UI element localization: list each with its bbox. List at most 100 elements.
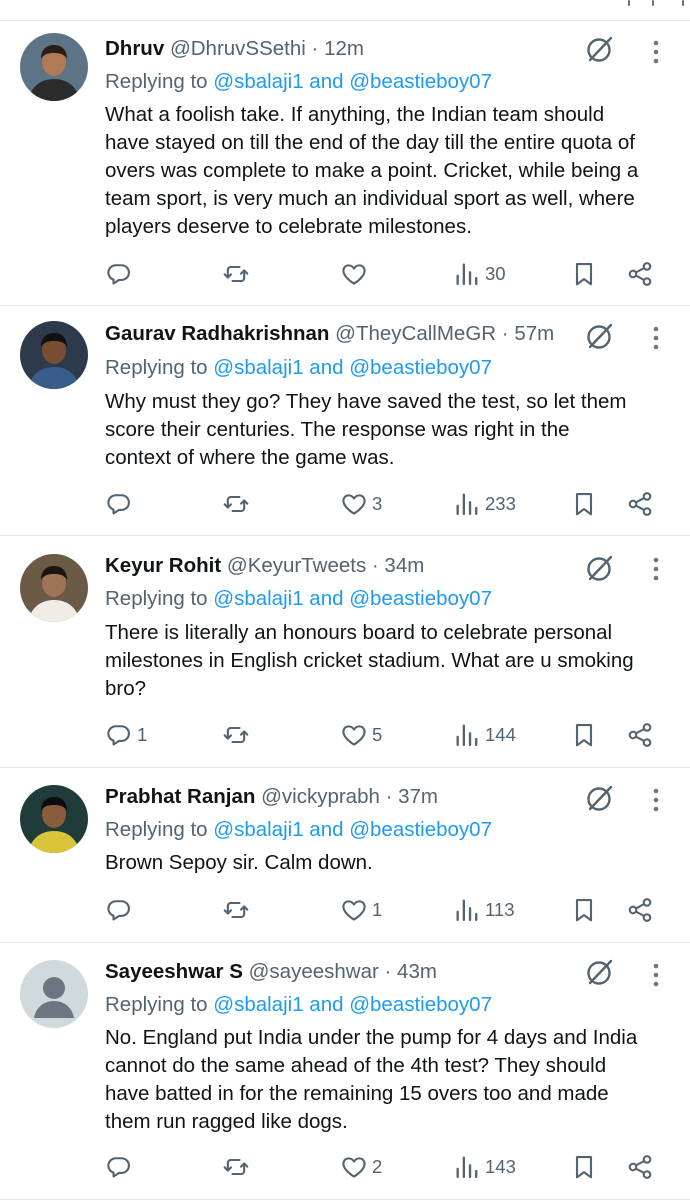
share-button[interactable] — [626, 720, 654, 750]
retweet-button[interactable] — [222, 259, 254, 289]
retweet-icon — [222, 260, 250, 288]
display-name[interactable]: Gaurav Radhakrishnan — [105, 322, 329, 345]
reply-button[interactable]: 1 — [105, 720, 147, 750]
heart-icon — [340, 490, 368, 518]
reply-button[interactable] — [105, 489, 137, 519]
tweet-text-line: There is literally an honours board to c… — [105, 621, 613, 644]
mention-link[interactable]: @beastieboy07 — [349, 356, 492, 379]
tweet-text: There is literally an honours board to c… — [105, 619, 675, 703]
display-name[interactable]: Dhruv — [105, 37, 164, 60]
like-button[interactable]: 2 — [340, 1152, 382, 1182]
retweet-button[interactable] — [222, 1152, 254, 1182]
timestamp[interactable]: · 37m — [386, 785, 438, 808]
replying-and-label: and — [303, 587, 350, 610]
reply-tweet[interactable]: Sayeeshwar S @sayeeshwar · 43m Replying t… — [0, 943, 690, 1200]
share-button[interactable] — [626, 1152, 654, 1182]
more-icon[interactable] — [645, 961, 667, 989]
user-handle[interactable]: @KeyurTweets — [227, 554, 366, 577]
views-button[interactable]: 113 — [453, 895, 515, 925]
avatar[interactable] — [20, 321, 88, 389]
mention-link[interactable]: @beastieboy07 — [349, 818, 492, 841]
more-icon[interactable] — [645, 324, 667, 352]
display-name[interactable]: Sayeeshwar S — [105, 960, 243, 983]
mention-link[interactable]: @beastieboy07 — [349, 587, 492, 610]
retweet-icon — [222, 1153, 250, 1181]
grok-icon[interactable] — [584, 320, 616, 352]
user-handle[interactable]: @DhruvSSethi — [170, 37, 306, 60]
tweet-header: Dhruv @DhruvSSethi · 12m — [105, 35, 600, 63]
more-icon[interactable] — [645, 555, 667, 583]
tweet-text-line: context of where the game was. — [105, 446, 395, 469]
bookmark-button[interactable] — [570, 489, 598, 519]
mention-link[interactable]: @sbalaji1 — [213, 587, 303, 610]
display-name[interactable]: Keyur Rohit — [105, 554, 221, 577]
avatar[interactable] — [20, 785, 88, 853]
share-button[interactable] — [626, 489, 654, 519]
share-button[interactable] — [626, 259, 654, 289]
replying-and-label: and — [303, 356, 350, 379]
views-button[interactable]: 233 — [453, 489, 516, 519]
avatar[interactable] — [20, 960, 88, 1028]
like-button[interactable]: 3 — [340, 489, 382, 519]
like-button[interactable]: 1 — [340, 895, 382, 925]
heart-icon — [340, 721, 368, 749]
reply-icon — [105, 721, 133, 749]
mention-link[interactable]: @sbalaji1 — [213, 818, 303, 841]
replying-to: Replying to @sbalaji1 and @beastieboy07 — [105, 585, 492, 613]
grok-icon[interactable] — [584, 782, 616, 814]
like-button[interactable] — [340, 259, 372, 289]
retweet-button[interactable] — [222, 895, 254, 925]
user-handle[interactable]: @sayeeshwar — [249, 960, 379, 983]
partial-action-icons — [600, 0, 690, 8]
reply-icon — [105, 260, 133, 288]
reply-tweet[interactable]: Keyur Rohit @KeyurTweets · 34m Replying t… — [0, 536, 690, 768]
grok-icon[interactable] — [584, 956, 616, 988]
avatar[interactable] — [20, 554, 88, 622]
reply-button[interactable] — [105, 1152, 137, 1182]
tweet-text-line: milestones in English cricket stadium. W… — [105, 649, 634, 672]
retweet-button[interactable] — [222, 720, 254, 750]
mention-link[interactable]: @sbalaji1 — [213, 356, 303, 379]
reply-tweet[interactable]: Dhruv @DhruvSSethi · 12m Replying to @sba… — [0, 21, 690, 306]
reply-button[interactable] — [105, 895, 137, 925]
bookmark-button[interactable] — [570, 895, 598, 925]
reply-icon — [105, 1153, 133, 1181]
bookmark-button[interactable] — [570, 259, 598, 289]
mention-link[interactable]: @beastieboy07 — [349, 993, 492, 1016]
share-icon — [626, 896, 654, 924]
more-icon[interactable] — [645, 38, 667, 66]
avatar[interactable] — [20, 33, 88, 101]
mention-link[interactable]: @beastieboy07 — [349, 70, 492, 93]
retweet-button[interactable] — [222, 489, 254, 519]
replying-and-label: and — [303, 818, 350, 841]
tweet-text-line: overs was complete to make a point. Cric… — [105, 159, 639, 182]
mention-link[interactable]: @sbalaji1 — [213, 70, 303, 93]
views-count: 143 — [485, 1156, 516, 1177]
like-button[interactable]: 5 — [340, 720, 382, 750]
timestamp[interactable]: · 43m — [385, 960, 437, 983]
reply-count: 1 — [137, 724, 148, 745]
tweet-text: Brown Sepoy sir. Calm down. — [105, 849, 675, 877]
like-count: 2 — [372, 1156, 383, 1177]
views-button[interactable]: 30 — [453, 259, 506, 289]
timestamp[interactable]: · 57m — [502, 322, 554, 345]
bookmark-icon — [570, 896, 598, 924]
grok-icon[interactable] — [584, 33, 616, 65]
share-button[interactable] — [626, 895, 654, 925]
reply-button[interactable] — [105, 259, 137, 289]
grok-icon[interactable] — [584, 552, 616, 584]
timestamp[interactable]: · 34m — [372, 554, 424, 577]
more-icon[interactable] — [645, 786, 667, 814]
reply-tweet[interactable]: Gaurav Radhakrishnan @TheyCallMeGR · 57m… — [0, 306, 690, 536]
views-button[interactable]: 143 — [453, 1152, 516, 1182]
user-handle[interactable]: @vickyprabh — [261, 785, 380, 808]
mention-link[interactable]: @sbalaji1 — [213, 993, 303, 1016]
views-button[interactable]: 144 — [453, 720, 516, 750]
user-handle[interactable]: @TheyCallMeGR — [335, 322, 496, 345]
bookmark-button[interactable] — [570, 1152, 598, 1182]
replying-to: Replying to @sbalaji1 and @beastieboy07 — [105, 68, 492, 96]
timestamp[interactable]: · 12m — [312, 37, 364, 60]
bookmark-button[interactable] — [570, 720, 598, 750]
display-name[interactable]: Prabhat Ranjan — [105, 785, 255, 808]
reply-tweet[interactable]: Prabhat Ranjan @vickyprabh · 37m Replying… — [0, 768, 690, 943]
